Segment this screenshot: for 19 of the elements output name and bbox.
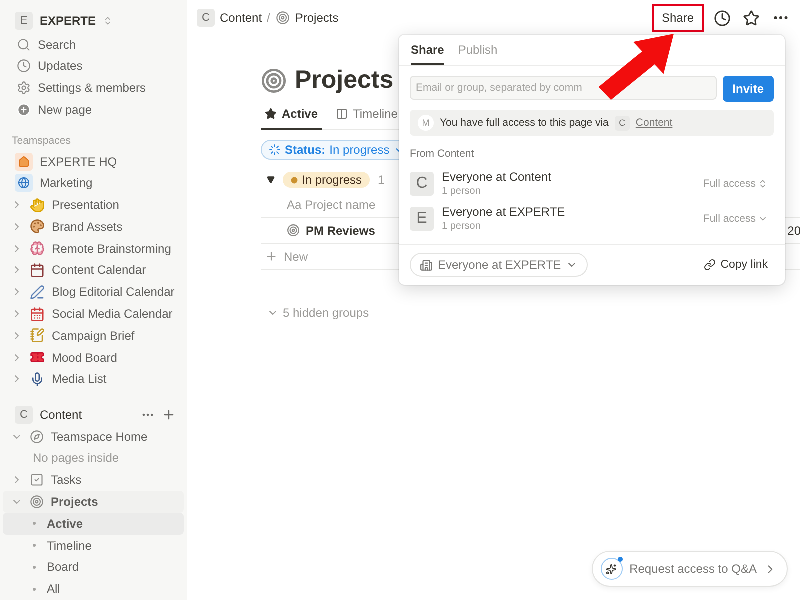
- teamspace-icon: C: [614, 116, 630, 130]
- group-avatar: E: [410, 206, 434, 230]
- breadcrumb-separator: /: [267, 11, 270, 25]
- member-name: Everyone at Content: [442, 170, 552, 184]
- member-count: 1 person: [442, 221, 482, 232]
- workspace-icon: E: [15, 12, 33, 30]
- page-title: Projects: [295, 66, 394, 95]
- user-avatar: M: [418, 115, 434, 131]
- status-tag: In progress: [283, 172, 370, 188]
- group-count: 1: [378, 173, 385, 187]
- member-name: Everyone at EXPERTE: [442, 205, 566, 219]
- teamspace-icon: C: [15, 406, 33, 424]
- empty-note: No pages inside: [33, 451, 120, 466]
- teamspace-icon: C: [197, 9, 215, 27]
- group-avatar: C: [410, 172, 434, 196]
- member-count: 1 person: [442, 186, 482, 197]
- section-heading: Teamspaces: [11, 134, 72, 147]
- section-heading: From Content: [410, 148, 474, 160]
- access-text: You have full access to this page via: [440, 117, 609, 129]
